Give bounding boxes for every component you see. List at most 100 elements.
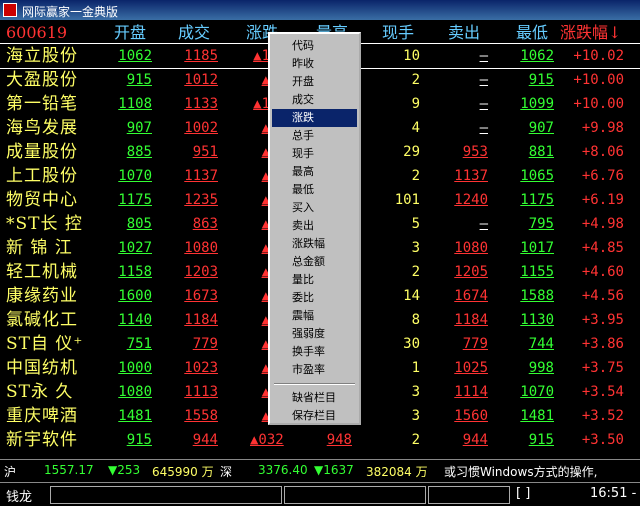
menu-item[interactable]: 成交 (272, 91, 357, 109)
hand-value: 3 (411, 240, 420, 256)
pct-value: +3.86 (581, 336, 624, 352)
sell-value: — (479, 120, 488, 136)
close-value: 944 (192, 432, 218, 448)
close-value: 1184 (184, 312, 218, 328)
menu-item[interactable]: 总手 (272, 127, 357, 145)
close-value: 1080 (184, 240, 218, 256)
hand-value: 14 (403, 288, 420, 304)
menu-item[interactable]: 量比 (272, 271, 357, 289)
change-value: ▲ (261, 120, 270, 136)
change-value: ▲ (261, 288, 270, 304)
hand-value: 3 (411, 408, 420, 424)
menu-item-extra[interactable]: 保存栏目 (272, 407, 357, 425)
close-value: 1023 (184, 360, 218, 376)
sell-value: — (479, 216, 488, 232)
menu-item[interactable]: 换手率 (272, 343, 357, 361)
sell-value: — (479, 72, 488, 88)
hand-value: 10 (403, 48, 420, 64)
sh-index: 1557.17 (44, 463, 94, 477)
low-value: 998 (528, 360, 554, 376)
open-value: 1000 (118, 360, 152, 376)
hand-value: 2 (411, 72, 420, 88)
low-value: 1175 (520, 192, 554, 208)
close-value: 1012 (184, 72, 218, 88)
stock-code-header[interactable]: 600619 (6, 22, 67, 44)
hand-value: 30 (403, 336, 420, 352)
col-open-header[interactable]: 开盘 (114, 22, 146, 44)
menu-item[interactable]: 最低 (272, 181, 357, 199)
change-value: ▲ (261, 408, 270, 424)
stock-name: 康缘药业 (6, 286, 78, 306)
open-value: 1175 (118, 192, 152, 208)
menu-item[interactable]: 涨跌幅 (272, 235, 357, 253)
hand-value: 2 (411, 432, 420, 448)
menu-item[interactable]: 代码 (272, 37, 357, 55)
menu-item[interactable]: 最高 (272, 163, 357, 181)
menu-item[interactable]: 震幅 (272, 307, 357, 325)
pct-value: +4.56 (581, 288, 624, 304)
status-bracket: [ ] (516, 486, 531, 501)
low-value: 1481 (520, 408, 554, 424)
pct-value: +6.76 (581, 168, 624, 184)
pct-value: +3.54 (581, 384, 624, 400)
hand-value: 2 (411, 168, 420, 184)
open-value: 885 (126, 144, 152, 160)
stock-name: ST永 久 (6, 382, 74, 402)
col-low-header[interactable]: 最低 (516, 22, 548, 44)
menu-item-extra[interactable]: 缺省栏目 (272, 389, 357, 407)
hand-value: 5 (411, 216, 420, 232)
low-value: 1588 (520, 288, 554, 304)
sell-value: 1184 (454, 312, 488, 328)
sell-value: 1114 (454, 384, 488, 400)
change-value: ▲ (261, 240, 270, 256)
menu-item[interactable]: 开盘 (272, 73, 357, 91)
sell-value: 1205 (454, 264, 488, 280)
sell-value: 1137 (454, 168, 488, 184)
menu-item[interactable]: 卖出 (272, 217, 357, 235)
col-pct-header[interactable]: 涨跌幅↓ (560, 22, 621, 44)
table-row[interactable]: 新宇软件 915 944 ▲032 948 2 944 915 +3.50 (0, 428, 640, 452)
window-title: 网际赢家一金典版 (22, 5, 119, 19)
stock-name: 上工股份 (6, 166, 78, 186)
col-sell-header[interactable]: 卖出 (448, 22, 480, 44)
stock-name: 重庆啤酒 (6, 406, 78, 426)
open-value: 907 (126, 120, 152, 136)
menu-item[interactable]: 总金额 (272, 253, 357, 271)
hand-value: 8 (411, 312, 420, 328)
status-bar: 钱龙 [ ] 16:51 - (0, 482, 640, 506)
stock-name: 海立股份 (6, 46, 78, 66)
scroll-message: 或习惯Windows方式的操作, (444, 465, 598, 479)
pct-value: +3.95 (581, 312, 624, 328)
change-value: ▲ (261, 384, 270, 400)
app-icon (3, 3, 17, 17)
menu-item[interactable]: 现手 (272, 145, 357, 163)
pct-value: +8.06 (581, 144, 624, 160)
menu-item[interactable]: 市盈率 (272, 361, 357, 379)
col-hand-header[interactable]: 现手 (382, 22, 414, 44)
stock-name: 轻工机械 (6, 262, 78, 282)
low-value: 795 (528, 216, 554, 232)
menu-item[interactable]: 买入 (272, 199, 357, 217)
stock-name: 海鸟发展 (6, 118, 78, 138)
close-value: 863 (192, 216, 218, 232)
pct-value: +3.50 (581, 432, 624, 448)
pct-value: +4.98 (581, 216, 624, 232)
menu-item[interactable]: 委比 (272, 289, 357, 307)
menu-item[interactable]: 昨收 (272, 55, 357, 73)
pct-value: +3.75 (581, 360, 624, 376)
sh-label: 沪 (4, 465, 17, 479)
change-value: ▲1 (253, 48, 270, 64)
menu-item[interactable]: 强弱度 (272, 325, 357, 343)
pct-value: +9.98 (581, 120, 624, 136)
sz-amount: 382084 万 (366, 465, 428, 479)
low-value: 907 (528, 120, 554, 136)
change-value: ▲ (261, 168, 270, 184)
sh-amount: 645990 万 (152, 465, 214, 479)
col-close-header[interactable]: 成交 (178, 22, 210, 44)
pct-value: +4.60 (581, 264, 624, 280)
low-value: 1070 (520, 384, 554, 400)
close-value: 1203 (184, 264, 218, 280)
change-value: ▲ (261, 144, 270, 160)
menu-item[interactable]: 涨跌 (272, 109, 357, 127)
low-value: 1155 (520, 264, 554, 280)
